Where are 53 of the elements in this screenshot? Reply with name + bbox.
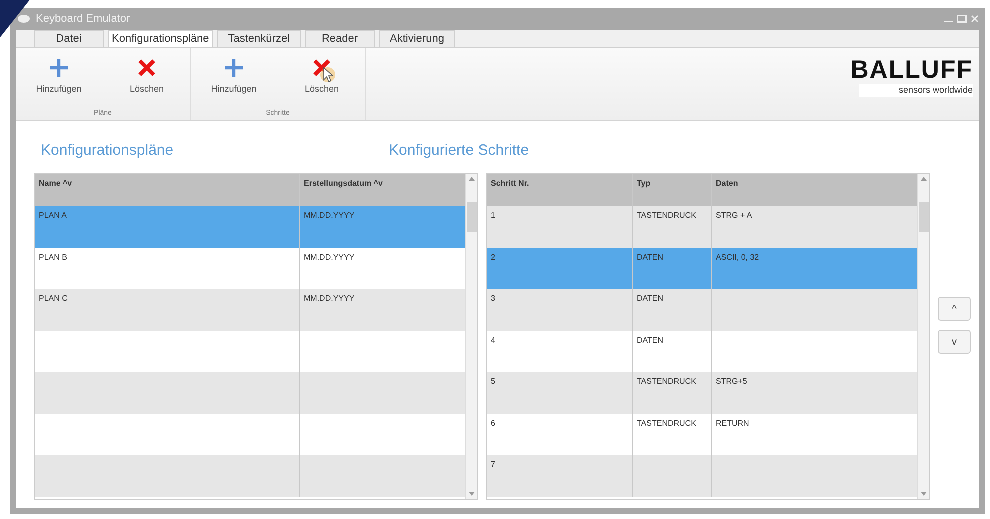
ribbon-button[interactable]: Hinzufügen bbox=[195, 48, 273, 94]
section-title: Konfigurierte Schritte bbox=[389, 141, 530, 161]
move-button[interactable]: v bbox=[938, 330, 971, 354]
table-cell-text: STRG+5 bbox=[715, 376, 748, 388]
menu-tab[interactable]: Tastenkürzel bbox=[217, 30, 302, 47]
scroll-down-icon[interactable] bbox=[920, 492, 926, 496]
table-cell-text: STRG + A bbox=[715, 210, 754, 222]
logo-wordmark: BALLUFF bbox=[850, 56, 973, 84]
table-row[interactable]: 7 bbox=[487, 455, 917, 496]
column-header: Daten bbox=[715, 178, 740, 190]
table-row[interactable]: 2 DATEN ASCII, 0, 32 bbox=[487, 248, 917, 289]
table-row[interactable]: 1 TASTENDRUCK STRG + A bbox=[487, 206, 917, 248]
mouse-cursor-icon bbox=[320, 66, 336, 84]
scroll-down-icon[interactable] bbox=[468, 492, 474, 496]
table-cell-text: MM.DD.YYYY bbox=[303, 293, 356, 305]
table-row[interactable]: PLAN B MM.DD.YYYY bbox=[35, 248, 465, 289]
table-row[interactable]: PLAN A MM.DD.YYYY bbox=[35, 206, 465, 248]
table-cell-text: ASCII, 0, 32 bbox=[715, 252, 760, 264]
table-row[interactable]: 5 TASTENDRUCK STRG+5 bbox=[487, 372, 917, 414]
scroll-up-icon[interactable] bbox=[468, 177, 474, 181]
menu-tab[interactable]: Datei bbox=[34, 30, 104, 47]
column-header[interactable]: Erstellungsdatum ^v bbox=[300, 174, 465, 206]
window-title: Keyboard Emulator bbox=[36, 13, 130, 25]
scroll-up-icon[interactable] bbox=[920, 177, 926, 181]
menu-tab[interactable]: Konfigurationspläne bbox=[108, 30, 214, 47]
table-row[interactable]: 6 TASTENDRUCK RETURN bbox=[487, 414, 917, 455]
move-button[interactable]: ^ bbox=[938, 297, 971, 321]
section-title: Konfigurationspläne bbox=[40, 141, 174, 161]
close-icon[interactable] bbox=[971, 15, 979, 23]
ribbon-button[interactable]: Löschen bbox=[283, 48, 361, 94]
delete-icon bbox=[312, 58, 332, 78]
scroll-thumb[interactable] bbox=[918, 202, 928, 232]
table-cell: 7 bbox=[487, 455, 633, 496]
table-cell-text: RETURN bbox=[715, 418, 750, 430]
plus-icon bbox=[49, 58, 69, 78]
menu-tab[interactable]: Aktivierung bbox=[379, 30, 456, 47]
table-row[interactable]: PLAN C MM.DD.YYYY bbox=[35, 289, 465, 330]
scroll-thumb[interactable] bbox=[466, 202, 476, 232]
app-icon bbox=[18, 15, 30, 23]
scrollbar[interactable] bbox=[465, 174, 477, 499]
table-cell-text: MM.DD.YYYY bbox=[303, 252, 356, 264]
maximize-icon[interactable] bbox=[957, 15, 967, 23]
table-cell-text: MM.DD.YYYY bbox=[303, 210, 356, 222]
ribbon-button[interactable]: Löschen bbox=[108, 48, 186, 94]
menu-tab[interactable]: Reader bbox=[305, 30, 376, 47]
plus-icon bbox=[224, 58, 244, 78]
delete-icon bbox=[137, 58, 157, 78]
table-row[interactable]: 3 DATEN bbox=[487, 289, 917, 330]
table-row[interactable]: 4 DATEN bbox=[487, 330, 917, 372]
logo-tagline: sensors worldwide bbox=[858, 84, 973, 97]
ribbon-button[interactable]: Hinzufügen bbox=[20, 48, 98, 94]
scrollbar[interactable] bbox=[917, 174, 929, 499]
pointer-arrow bbox=[0, 0, 30, 38]
